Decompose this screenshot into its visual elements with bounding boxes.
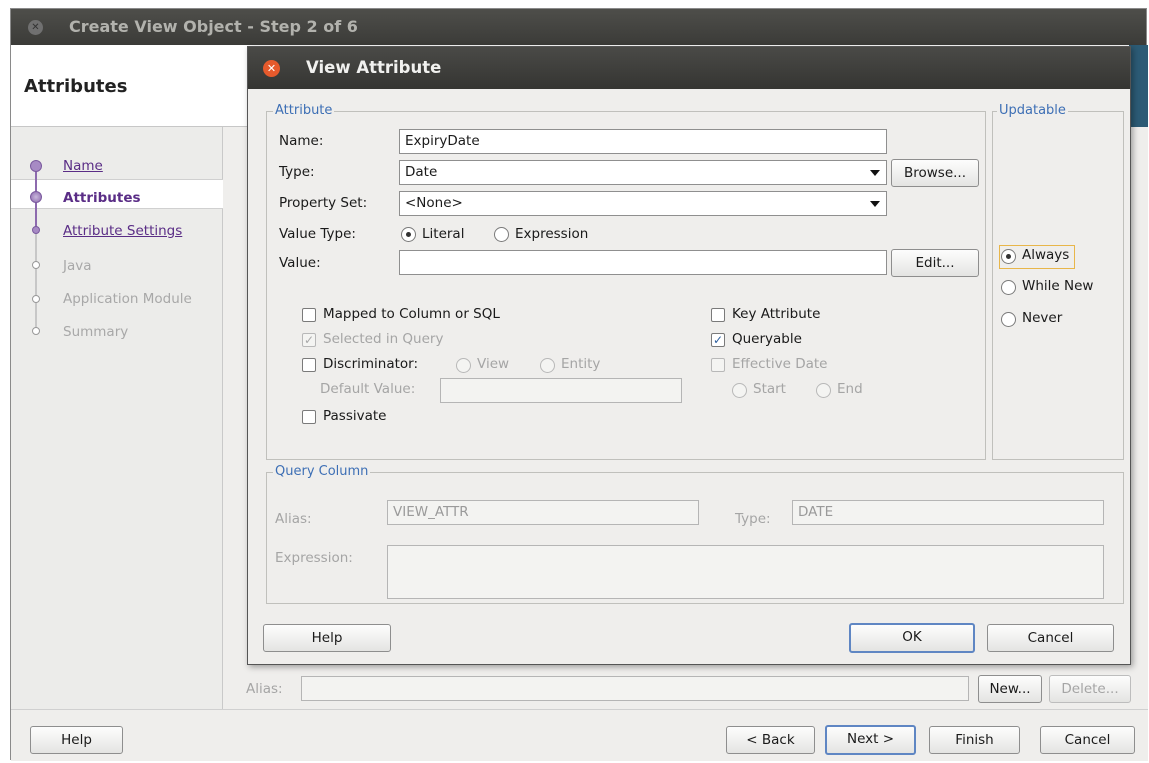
selected-in-query-label: Selected in Query xyxy=(323,331,444,347)
eff-start-radio xyxy=(732,383,747,398)
step-node-application-module xyxy=(32,295,40,303)
step-attribute-settings[interactable]: Attribute Settings xyxy=(63,223,182,239)
step-name[interactable]: Name xyxy=(63,158,103,174)
step-application-module: Application Module xyxy=(63,291,192,307)
default-value-label: Default Value: xyxy=(320,381,416,397)
wizard-title-bar: ✕ Create View Object - Step 2 of 6 xyxy=(11,9,1146,45)
name-field[interactable]: ExpiryDate xyxy=(399,129,887,154)
eff-end-label: End xyxy=(837,381,863,397)
discriminator-checkbox[interactable] xyxy=(302,358,316,372)
property-set-combo[interactable]: <None> xyxy=(399,191,887,216)
finish-button[interactable]: Finish xyxy=(929,726,1020,754)
never-label[interactable]: Never xyxy=(1022,310,1062,326)
eff-start-label: Start xyxy=(753,381,786,397)
edit-button[interactable]: Edit... xyxy=(891,249,979,277)
dialog-title: View Attribute xyxy=(306,58,442,77)
type-combo[interactable]: Date xyxy=(399,160,887,185)
qc-expression-field xyxy=(387,545,1104,599)
expression-radio-label[interactable]: Expression xyxy=(515,226,588,242)
qc-type-field: DATE xyxy=(792,500,1104,525)
chevron-down-icon xyxy=(870,170,880,176)
wizard-steps-panel: Name Attributes Attribute Settings Java … xyxy=(11,127,223,709)
mapped-to-column-checkbox[interactable] xyxy=(302,308,316,322)
qc-alias-field: VIEW_ATTR xyxy=(387,500,699,525)
step-node-summary xyxy=(32,327,40,335)
queryable-label[interactable]: Queryable xyxy=(732,331,802,347)
literal-radio[interactable] xyxy=(401,227,416,242)
never-radio[interactable] xyxy=(1001,312,1016,327)
literal-label[interactable]: Literal xyxy=(422,226,464,242)
step-node-attribute-settings xyxy=(32,226,40,234)
effective-date-label: Effective Date xyxy=(732,356,828,372)
view-attribute-dialog: ✕ View Attribute Attribute Name: ExpiryD… xyxy=(247,46,1131,665)
delete-button: Delete... xyxy=(1049,675,1131,703)
page-title: Attributes xyxy=(24,76,128,97)
step-java: Java xyxy=(63,258,92,274)
property-set-label: Property Set: xyxy=(279,195,368,211)
key-attribute-label[interactable]: Key Attribute xyxy=(732,306,820,322)
passivate-checkbox[interactable] xyxy=(302,410,316,424)
step-summary: Summary xyxy=(63,324,129,340)
header-accent xyxy=(1129,45,1148,127)
wizard-alias-field xyxy=(301,676,969,701)
name-label: Name: xyxy=(279,133,324,149)
wizard-alias-label: Alias: xyxy=(246,681,283,697)
selected-in-query-checkbox: ✓ xyxy=(302,333,316,347)
wizard-close-icon[interactable]: ✕ xyxy=(28,20,43,35)
mapped-to-column-label[interactable]: Mapped to Column or SQL xyxy=(323,306,500,322)
expression-radio[interactable] xyxy=(494,227,509,242)
always-label[interactable]: Always xyxy=(1022,247,1069,263)
default-value-field xyxy=(440,378,682,403)
ok-button[interactable]: OK xyxy=(849,623,975,653)
disc-entity-label: Entity xyxy=(561,356,601,372)
eff-end-radio xyxy=(816,383,831,398)
query-column-legend: Query Column xyxy=(273,464,371,479)
new-button[interactable]: New... xyxy=(978,675,1042,703)
disc-entity-radio xyxy=(540,358,555,373)
qc-alias-label: Alias: xyxy=(275,511,312,527)
dialog-help-button[interactable]: Help xyxy=(263,624,391,652)
queryable-checkbox[interactable]: ✓ xyxy=(711,333,725,347)
always-radio[interactable] xyxy=(1001,249,1016,264)
value-type-label: Value Type: xyxy=(279,226,356,242)
value-field[interactable] xyxy=(399,250,887,275)
step-node-attributes xyxy=(30,191,42,203)
attribute-group-legend: Attribute xyxy=(273,103,335,118)
step-attributes[interactable]: Attributes xyxy=(63,190,141,206)
effective-date-checkbox xyxy=(711,358,725,372)
dialog-title-bar: ✕ View Attribute xyxy=(248,47,1130,89)
wizard-title: Create View Object - Step 2 of 6 xyxy=(69,17,358,36)
qc-type-label: Type: xyxy=(735,511,771,527)
step-track-disabled xyxy=(35,233,37,333)
key-attribute-checkbox[interactable] xyxy=(711,308,725,322)
qc-expression-label: Expression: xyxy=(275,550,353,566)
dialog-cancel-button[interactable]: Cancel xyxy=(987,624,1114,652)
chevron-down-icon xyxy=(870,201,880,207)
next-button[interactable]: Next > xyxy=(825,725,916,755)
back-button[interactable]: < Back xyxy=(726,726,815,754)
browse-button[interactable]: Browse... xyxy=(891,159,979,187)
disc-view-radio xyxy=(456,358,471,373)
type-label: Type: xyxy=(279,164,315,180)
updatable-group-legend: Updatable xyxy=(997,103,1068,118)
passivate-label[interactable]: Passivate xyxy=(323,408,387,424)
wizard-cancel-button[interactable]: Cancel xyxy=(1040,726,1135,754)
wizard-help-button[interactable]: Help xyxy=(30,726,123,754)
discriminator-label[interactable]: Discriminator: xyxy=(323,356,418,372)
dialog-close-icon[interactable]: ✕ xyxy=(263,60,280,77)
disc-view-label: View xyxy=(477,356,510,372)
value-label: Value: xyxy=(279,255,321,271)
step-node-name xyxy=(30,160,42,172)
step-node-java xyxy=(32,261,40,269)
wizard-button-bar: Help < Back Next > Finish Cancel xyxy=(11,709,1148,761)
while-new-radio[interactable] xyxy=(1001,280,1016,295)
while-new-label[interactable]: While New xyxy=(1022,278,1093,294)
